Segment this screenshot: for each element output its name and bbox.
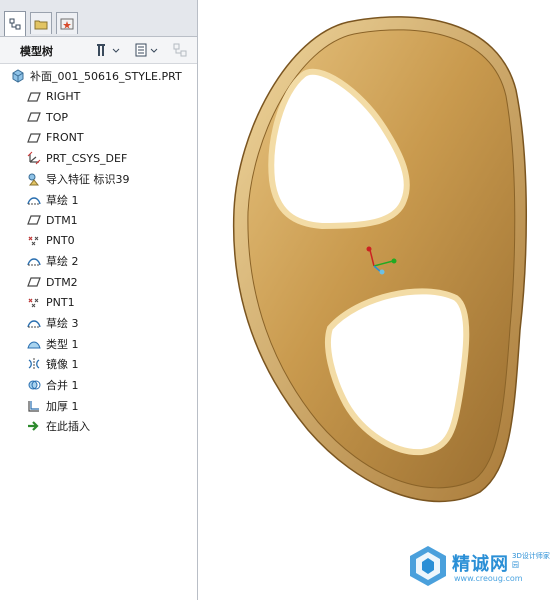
datum-plane-icon: [26, 109, 42, 125]
tree-item-label: DTM2: [46, 275, 78, 289]
tree-item[interactable]: 合并 1: [0, 375, 197, 395]
tree-item-label: RIGHT: [46, 90, 81, 104]
csys-y-axis: [391, 258, 397, 264]
tree-item-label: 草绘 1: [46, 193, 79, 207]
tree-item-root-part[interactable]: 补面_001_50616_STYLE.PRT: [0, 66, 197, 86]
sketch-icon: [26, 315, 42, 331]
tree-item[interactable]: PRT_CSYS_DEF: [0, 148, 197, 168]
tree-item-label: 草绘 2: [46, 255, 79, 269]
tree-item-label: 草绘 3: [46, 317, 79, 331]
folder-browser-icon: [34, 20, 48, 29]
settings-button[interactable]: [134, 41, 158, 59]
tree-item-label: TOP: [46, 110, 69, 124]
tree-item-label: PNT1: [46, 296, 75, 310]
tree-header: 模型树: [0, 37, 197, 64]
model-tree-panel: 模型树 补面_001_50616_STYLE.PRT RIGHT TOP FRONT P…: [0, 0, 198, 600]
model-tree-icon: [9, 18, 21, 30]
csys-icon: [26, 150, 42, 166]
import-feature-icon: [26, 171, 42, 187]
csys-x-axis: [366, 246, 372, 252]
tree-item-label: DTM1: [46, 213, 78, 227]
site-watermark: 精诚网 3D设计师家园 www.creoug.com: [408, 544, 554, 594]
tree-item-label: 合并 1: [46, 379, 79, 392]
tree-item[interactable]: 草绘 2: [0, 251, 197, 271]
tree-item-label: 加厚 1: [46, 399, 79, 413]
datum-point-icon: [26, 233, 42, 249]
model-view[interactable]: [198, 0, 556, 600]
tree-item[interactable]: 导入特征 标识39: [0, 169, 197, 189]
tree-item[interactable]: PNT0: [0, 231, 197, 251]
tree-item[interactable]: 草绘 3: [0, 313, 197, 333]
tree-item[interactable]: 草绘 1: [0, 190, 197, 210]
datum-plane-icon: [26, 130, 42, 146]
datum-plane-icon: [26, 274, 42, 290]
thicken-icon: [26, 398, 42, 414]
show-tools-icon: [97, 44, 120, 56]
tree-item-label: 补面_001_50616_STYLE.PRT: [30, 70, 182, 83]
tree-item-label: PRT_CSYS_DEF: [46, 151, 128, 165]
filter-button[interactable]: [172, 41, 188, 59]
tree-item-label: 导入特征 标识39: [46, 173, 130, 186]
merge-icon: [26, 377, 42, 393]
tree-item[interactable]: 类型 1: [0, 334, 197, 354]
tree-item[interactable]: 在此插入: [0, 416, 197, 436]
filter-icon: [173, 43, 187, 57]
sketch-icon: [26, 253, 42, 269]
csys-z-axis: [379, 269, 385, 275]
shell-part[interactable]: [232, 16, 527, 503]
sketch-icon: [26, 192, 42, 208]
tree-item[interactable]: DTM1: [0, 210, 197, 230]
tree-item-label: FRONT: [46, 131, 84, 145]
panel-title: 模型树: [20, 45, 53, 58]
part-icon: [10, 68, 26, 84]
navigator-tab-strip: [0, 0, 197, 37]
tree-item[interactable]: PNT1: [0, 293, 197, 313]
tree-item-label: 镜像 1: [46, 358, 79, 372]
datum-plane-icon: [26, 212, 42, 228]
insert-here-arrow-icon: [26, 418, 42, 434]
datum-point-icon: [26, 295, 42, 311]
mirror-icon: [26, 356, 42, 372]
tree-item[interactable]: 镜像 1: [0, 354, 197, 374]
tree-item[interactable]: RIGHT: [0, 87, 197, 107]
tree-item-label: PNT0: [46, 234, 75, 248]
settings-icon: [135, 43, 158, 57]
tab-model-tree[interactable]: [4, 11, 26, 36]
tab-folder-browser[interactable]: [30, 12, 52, 34]
tree-item[interactable]: 加厚 1: [0, 396, 197, 416]
tree-item[interactable]: TOP: [0, 107, 197, 127]
watermark-logo-icon: [410, 546, 446, 586]
favorites-icon: [60, 18, 74, 29]
tree-item[interactable]: FRONT: [0, 128, 197, 148]
watermark-name: 精诚网: [452, 554, 509, 575]
watermark-url: www.creoug.com: [454, 574, 523, 583]
tree-item[interactable]: DTM2: [0, 272, 197, 292]
graphics-window[interactable]: [198, 0, 556, 600]
show-tools-button[interactable]: [96, 41, 120, 59]
style-surface-icon: [26, 336, 42, 352]
tree-item-label: 类型 1: [46, 337, 79, 351]
watermark-subtitle: 3D设计师家园: [512, 552, 550, 569]
datum-plane-icon: [26, 89, 42, 105]
tree-item-label: 在此插入: [46, 420, 90, 434]
tab-favorites[interactable]: [56, 12, 78, 34]
